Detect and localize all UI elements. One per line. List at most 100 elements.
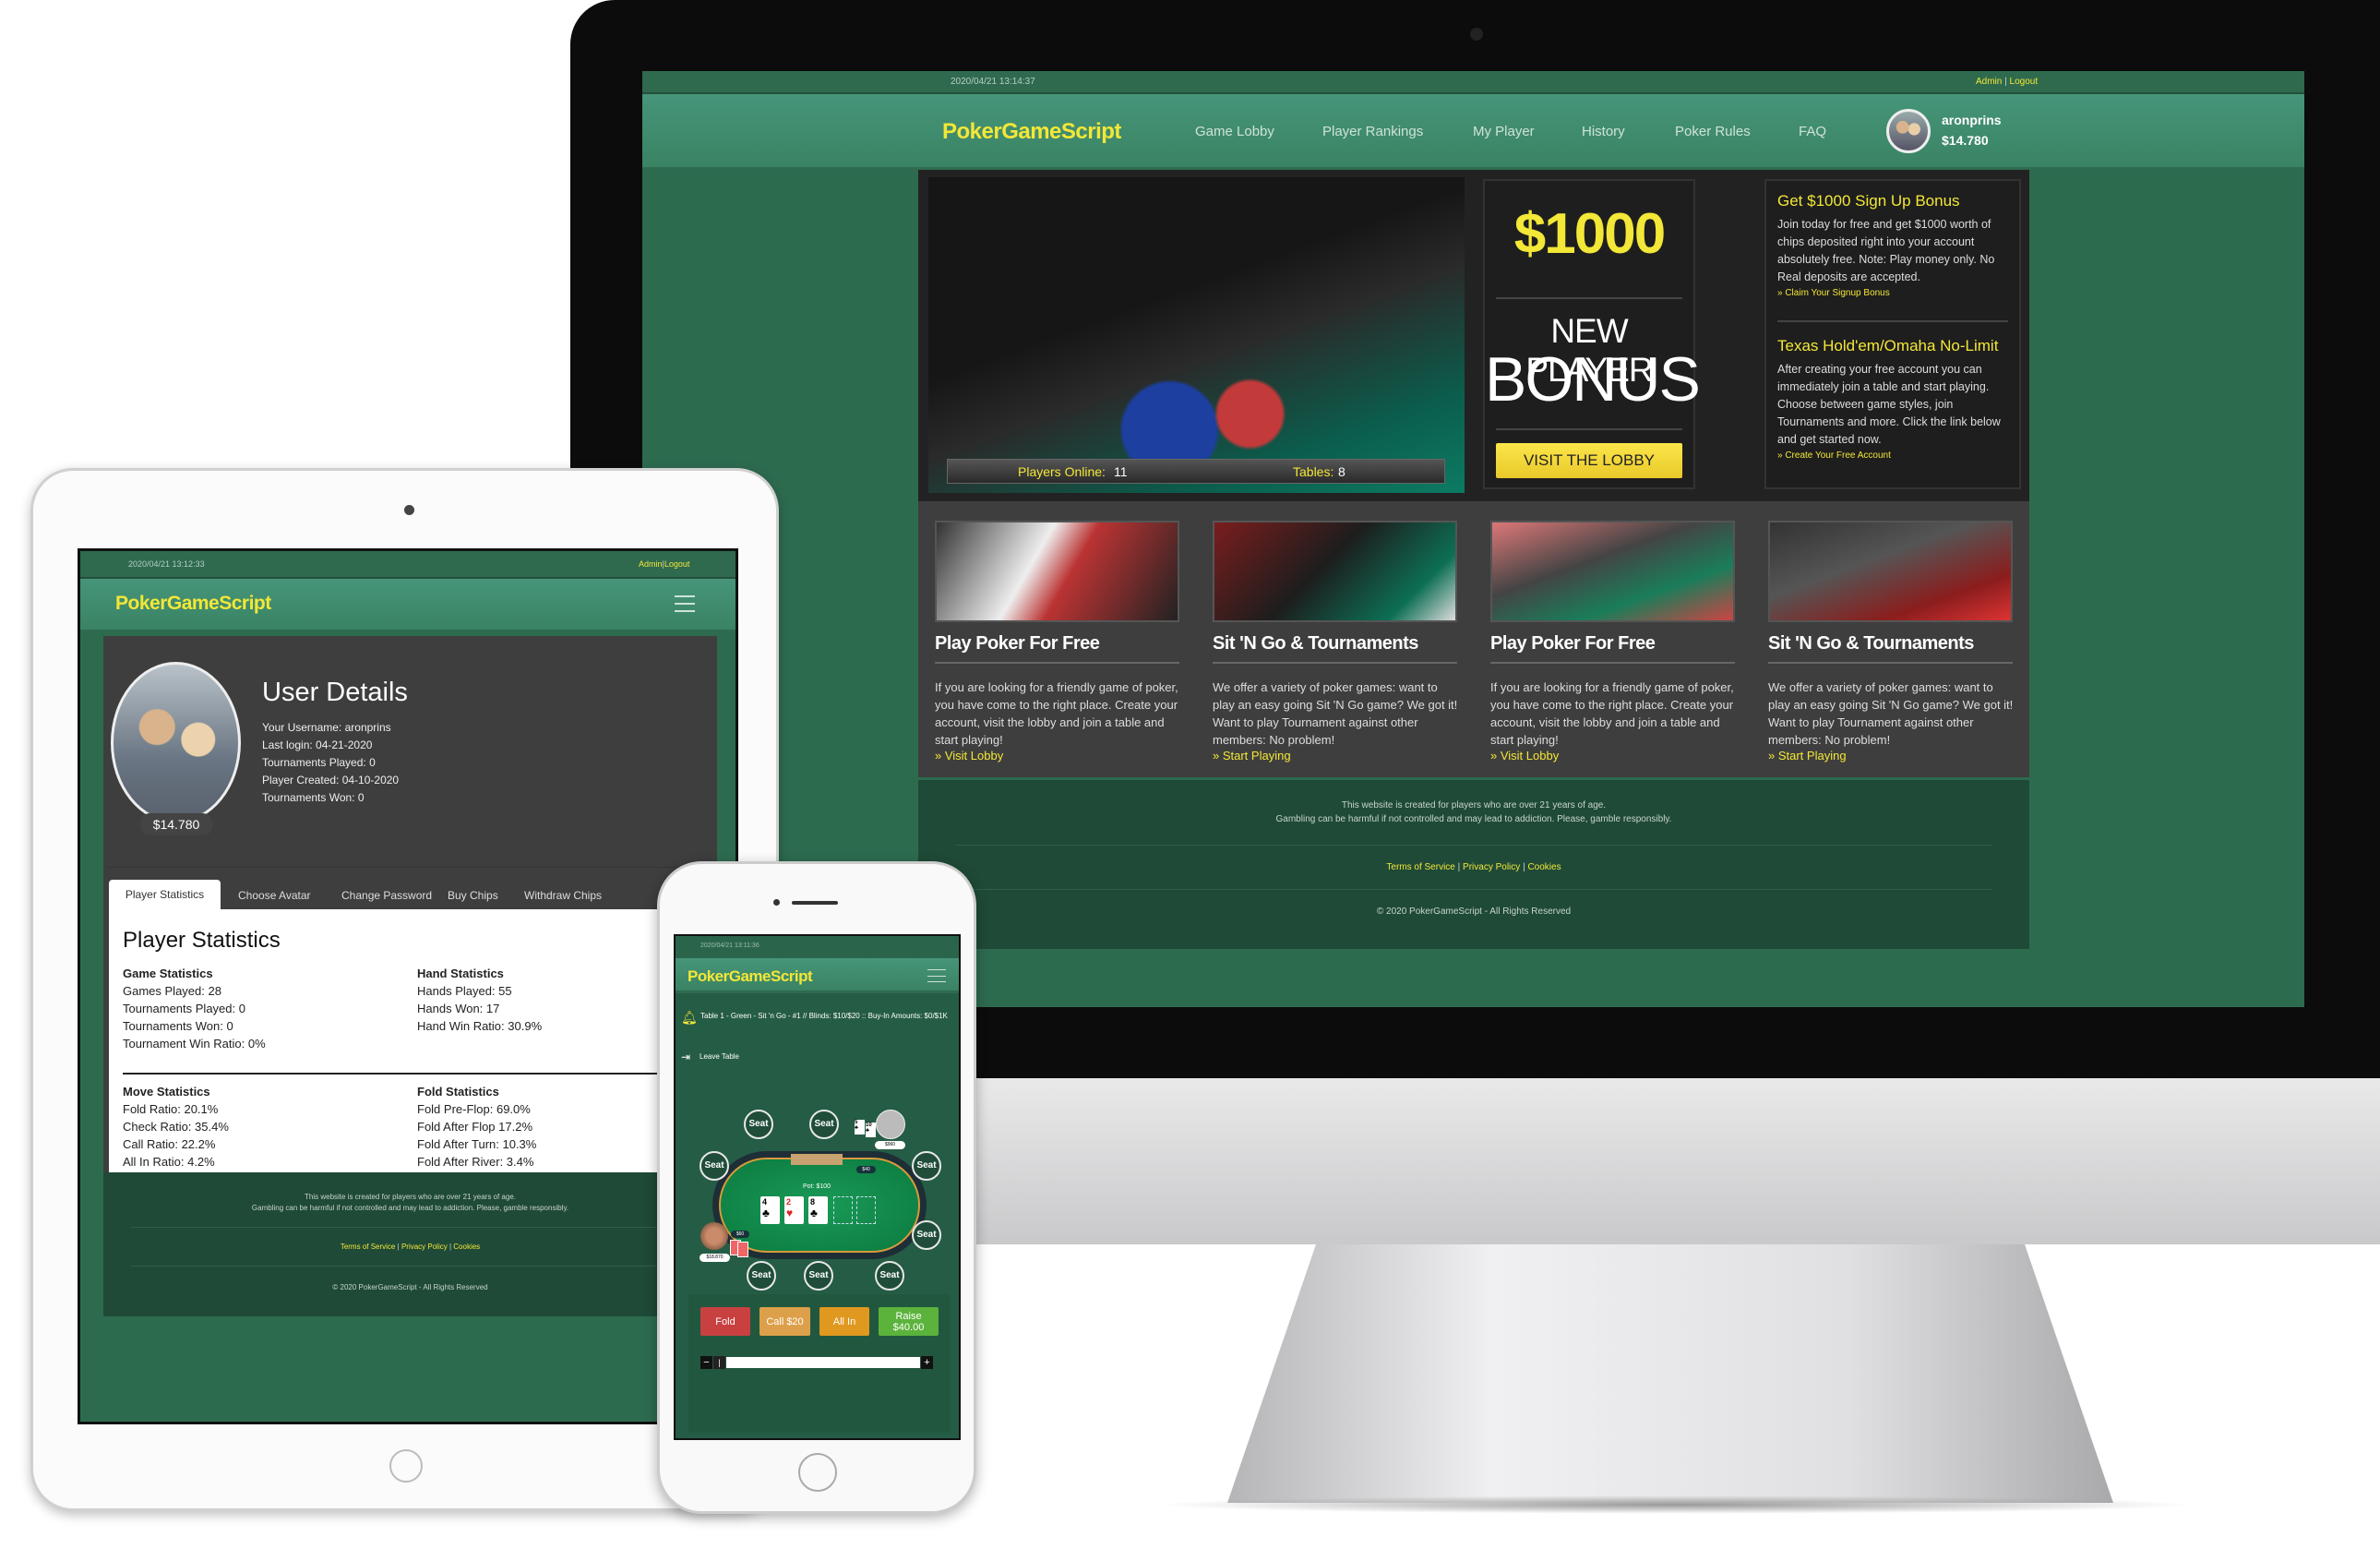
home-button[interactable] <box>798 1453 837 1492</box>
bonus-box: $1000 NEW PLAYER BONUS VISIT THE LOBBY <box>1483 179 1701 489</box>
player-bet: $60 <box>731 1231 749 1238</box>
admin-link[interactable]: Admin <box>1976 77 2002 87</box>
seat-button[interactable]: Seat <box>747 1261 776 1291</box>
privacy-link[interactable]: Privacy Policy <box>401 1243 448 1251</box>
footer: This website is created for players who … <box>918 780 2029 949</box>
start-playing-link[interactable]: » Start Playing <box>1213 749 1462 762</box>
player-stack: $18.870 <box>700 1254 730 1262</box>
stat-item: All In Ratio: 4.2% <box>123 1155 215 1169</box>
logout-link[interactable]: Logout <box>2010 77 2039 87</box>
pot-amount: Pot: $100 <box>803 1183 831 1190</box>
bell-icon[interactable]: 🔔︎ <box>681 1010 698 1026</box>
claim-bonus-link[interactable]: » Claim Your Signup Bonus <box>1777 288 2008 298</box>
footer-gamble-notice: Gambling can be harmful if not controlle… <box>251 1204 569 1212</box>
table-info: Table 1 - Green - Sit 'n Go - #1 // Blin… <box>700 1012 948 1020</box>
stat-item: Hands Played: 55 <box>417 984 512 998</box>
nav-player-rankings[interactable]: Player Rankings <box>1322 124 1423 139</box>
tablet-screen: 2020/04/21 13:12:33 Admin|Logout PokerGa… <box>78 548 738 1424</box>
seat-button[interactable]: Seat <box>809 1110 839 1139</box>
timestamp: 2020/04/21 13:12:33 <box>128 559 205 569</box>
card-title: Play Poker For Free <box>935 633 1179 664</box>
seat-button[interactable]: Seat <box>912 1151 941 1181</box>
group-title: Move Statistics <box>123 1085 210 1099</box>
cookies-link[interactable]: Cookies <box>453 1243 480 1251</box>
raise-decrease-button[interactable]: − <box>700 1356 712 1369</box>
separator: | <box>2004 77 2007 87</box>
nav-my-player[interactable]: My Player <box>1473 124 1535 139</box>
raise-increase-button[interactable]: + <box>921 1356 933 1369</box>
nav-poker-rules[interactable]: Poker Rules <box>1675 124 1751 139</box>
user-panel: $14.780 User Details Your Username: aron… <box>103 636 717 1192</box>
seat-button[interactable]: Seat <box>875 1261 904 1291</box>
nav-history[interactable]: History <box>1582 124 1625 139</box>
empty-card-slot <box>833 1196 853 1224</box>
hamburger-menu-icon[interactable] <box>927 969 946 982</box>
board-card: 2 ♥ <box>784 1196 804 1224</box>
fold-button[interactable]: Fold <box>700 1307 750 1336</box>
card-title: Play Poker For Free <box>1490 633 1735 664</box>
user-details-list: Your Username: aronprins Last login: 04-… <box>262 719 399 807</box>
player-avatar <box>700 1222 728 1250</box>
logo[interactable]: PokerGameScript <box>688 967 813 986</box>
user-avatar[interactable] <box>1886 109 1931 153</box>
tab-choose-avatar[interactable]: Choose Avatar <box>238 889 311 902</box>
top-bar: 2020/04/21 13:14:37 Admin | Logout <box>642 71 2304 94</box>
timestamp: 2020/04/21 13:14:37 <box>951 77 1035 87</box>
start-playing-link[interactable]: » Start Playing <box>1768 749 2017 762</box>
raise-button[interactable]: Raise $40.00 <box>879 1307 939 1336</box>
phone-screen: 2020/04/21 13:11:36 PokerGameScript 🔔︎ T… <box>674 934 961 1440</box>
call-button[interactable]: Call $20 <box>759 1307 810 1336</box>
nav-faq[interactable]: FAQ <box>1799 124 1826 139</box>
visit-lobby-button[interactable]: VISIT THE LOBBY <box>1496 443 1682 478</box>
visit-lobby-link[interactable]: » Visit Lobby <box>935 749 1184 762</box>
visit-lobby-link[interactable]: » Visit Lobby <box>1490 749 1740 762</box>
cookies-link[interactable]: Cookies <box>1527 862 1561 872</box>
copyright: © 2020 PokerGameScript - All Rights Rese… <box>332 1283 488 1291</box>
user-avatar[interactable] <box>111 662 241 823</box>
tab-player-statistics[interactable]: Player Statistics <box>109 880 221 909</box>
stat-item: Call Ratio: 22.2% <box>123 1137 216 1151</box>
seat-button[interactable]: Seat <box>804 1261 833 1291</box>
all-in-button[interactable]: All In <box>819 1307 869 1336</box>
divider <box>1496 297 1682 299</box>
statistics-heading: Player Statistics <box>123 928 281 953</box>
stat-item: Hand Win Ratio: 30.9% <box>417 1019 543 1033</box>
separator: | <box>1523 862 1525 872</box>
seat-button[interactable]: Seat <box>912 1220 941 1250</box>
raise-slider[interactable] <box>726 1357 920 1368</box>
detail-player-created: Player Created: 04-10-2020 <box>262 774 400 787</box>
stat-item: Check Ratio: 35.4% <box>123 1120 229 1134</box>
nav-game-lobby[interactable]: Game Lobby <box>1195 124 1274 139</box>
logout-link[interactable]: Logout <box>664 559 690 569</box>
terms-link[interactable]: Terms of Service <box>341 1243 396 1251</box>
info-text: Join today for free and get $1000 worth … <box>1777 218 1995 283</box>
create-account-link[interactable]: » Create Your Free Account <box>1777 450 2008 461</box>
separator: | <box>397 1243 400 1251</box>
tables-label: Tables: <box>1293 464 1334 479</box>
leave-table-link[interactable]: Leave Table <box>700 1052 739 1061</box>
top-bar: 2020/04/21 13:12:33 Admin|Logout <box>80 551 736 579</box>
logo[interactable]: PokerGameScript <box>115 593 271 615</box>
leave-table-icon[interactable]: ⇥ <box>681 1051 690 1063</box>
tab-change-password[interactable]: Change Password <box>341 889 432 902</box>
seat-button[interactable]: Seat <box>744 1110 773 1139</box>
info-title: Get $1000 Sign Up Bonus <box>1777 192 1960 210</box>
seat-button[interactable]: Seat <box>700 1151 729 1181</box>
opponent-card: 10 ♣ <box>866 1123 876 1137</box>
stat-item: Fold After Turn: 10.3% <box>417 1137 537 1151</box>
card-image <box>935 521 1179 622</box>
board-card: 8 ♣ <box>808 1196 828 1224</box>
admin-link[interactable]: Admin <box>639 559 663 569</box>
stat-item: Tournaments Played: 0 <box>123 1002 245 1015</box>
group-title: Game Statistics <box>123 967 213 980</box>
tab-buy-chips[interactable]: Buy Chips <box>448 889 498 902</box>
tab-withdraw-chips[interactable]: Withdraw Chips <box>524 889 602 902</box>
username[interactable]: aronprins <box>1942 113 2002 127</box>
hamburger-menu-icon[interactable] <box>675 595 695 612</box>
logo[interactable]: PokerGameScript <box>942 119 1121 145</box>
navbar: PokerGameScript Game Lobby Player Rankin… <box>642 94 2304 170</box>
terms-link[interactable]: Terms of Service <box>1386 862 1454 872</box>
home-button[interactable] <box>389 1449 423 1483</box>
slider-handle[interactable]: | <box>713 1356 725 1369</box>
privacy-link[interactable]: Privacy Policy <box>1463 862 1520 872</box>
